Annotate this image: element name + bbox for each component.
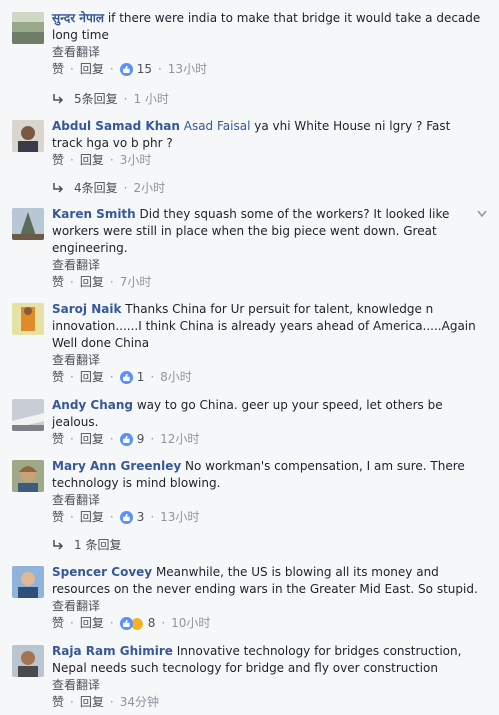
reply-link[interactable]: 回复 bbox=[80, 369, 104, 386]
like-reaction-icon bbox=[119, 511, 133, 524]
like-link[interactable]: 赞 bbox=[52, 152, 64, 169]
reactions[interactable] bbox=[119, 616, 144, 631]
mention-link[interactable]: Asad Faisal bbox=[184, 119, 251, 133]
comment-actions: 赞 · 回复 · 1 · 8小时 bbox=[52, 369, 192, 386]
comment-time[interactable]: 3小时 bbox=[120, 152, 152, 169]
comment-actions: 赞 · 回复 · 8 · 10小时 bbox=[52, 615, 211, 632]
comment-author[interactable]: Raja Ram Ghimire bbox=[52, 644, 173, 658]
avatar[interactable] bbox=[12, 303, 44, 335]
comment-feed: सुन्दर नेपाल if there were india to make… bbox=[0, 0, 499, 715]
replies-count[interactable]: 1 条回复 bbox=[74, 536, 121, 553]
reaction-count[interactable]: 15 bbox=[137, 61, 152, 78]
view-replies[interactable]: 5条回复 · 1 小时 bbox=[52, 90, 169, 107]
comment-author[interactable]: Abdul Samad Khan bbox=[52, 119, 180, 133]
comment-actions: 赞 · 回复 · 15 · 13小时 bbox=[52, 61, 208, 78]
reaction-count[interactable]: 8 bbox=[148, 615, 156, 632]
comment-time[interactable]: 7小时 bbox=[120, 274, 152, 291]
replies-time: 1 小时 bbox=[133, 92, 169, 106]
reply-arrow-icon bbox=[53, 539, 64, 550]
like-reaction-icon bbox=[119, 617, 133, 630]
comment-text: if there were india to make that bridge … bbox=[52, 11, 481, 42]
comment-actions: 赞 · 回复 · 34分钟 bbox=[52, 694, 159, 711]
like-link[interactable]: 赞 bbox=[52, 431, 64, 448]
comment-time[interactable]: 13小时 bbox=[168, 61, 207, 78]
reply-arrow-icon bbox=[53, 93, 64, 104]
view-replies[interactable]: 4条回复 · 2小时 bbox=[52, 179, 165, 196]
reply-link[interactable]: 回复 bbox=[80, 274, 104, 291]
reply-link[interactable]: 回复 bbox=[80, 615, 104, 632]
avatar[interactable] bbox=[12, 399, 44, 431]
reaction-count[interactable]: 9 bbox=[137, 431, 145, 448]
reply-arrow-icon bbox=[53, 182, 64, 193]
like-link[interactable]: 赞 bbox=[52, 615, 64, 632]
comment-author[interactable]: Karen Smith bbox=[52, 207, 136, 221]
reaction-count[interactable]: 1 bbox=[137, 369, 145, 386]
reactions[interactable] bbox=[119, 63, 133, 76]
avatar[interactable] bbox=[12, 566, 44, 598]
comment-actions: 赞 · 回复 · 9 · 12小时 bbox=[52, 431, 200, 448]
like-link[interactable]: 赞 bbox=[52, 509, 64, 526]
see-translation-link[interactable]: 查看翻译 bbox=[52, 492, 481, 509]
reactions[interactable] bbox=[119, 371, 133, 384]
like-link[interactable]: 赞 bbox=[52, 369, 64, 386]
see-translation-link[interactable]: 查看翻译 bbox=[52, 257, 481, 274]
view-replies[interactable]: 1 条回复 bbox=[52, 536, 121, 553]
reply-link[interactable]: 回复 bbox=[80, 61, 104, 78]
like-link[interactable]: 赞 bbox=[52, 274, 64, 291]
see-translation-link[interactable]: 查看翻译 bbox=[52, 352, 481, 369]
avatar[interactable] bbox=[12, 12, 44, 44]
comment-author[interactable]: Spencer Covey bbox=[52, 565, 152, 579]
avatar[interactable] bbox=[12, 120, 44, 152]
avatar[interactable] bbox=[12, 460, 44, 492]
comment-time[interactable]: 8小时 bbox=[160, 369, 192, 386]
avatar[interactable] bbox=[12, 208, 44, 240]
comment-author[interactable]: सुन्दर नेपाल bbox=[52, 11, 104, 25]
comment-author[interactable]: Saroj Naik bbox=[52, 302, 121, 316]
comment-time[interactable]: 34分钟 bbox=[120, 694, 159, 711]
replies-time: 2小时 bbox=[133, 181, 166, 195]
comment-actions: 赞 · 回复 · 3小时 bbox=[52, 152, 152, 169]
reaction-count[interactable]: 3 bbox=[137, 509, 145, 526]
reactions[interactable] bbox=[119, 433, 133, 446]
comment-time[interactable]: 13小时 bbox=[160, 509, 199, 526]
replies-count[interactable]: 4条回复 bbox=[74, 179, 118, 196]
like-reaction-icon bbox=[119, 433, 133, 446]
reply-link[interactable]: 回复 bbox=[80, 152, 104, 169]
comment-time[interactable]: 12小时 bbox=[160, 431, 199, 448]
avatar[interactable] bbox=[12, 645, 44, 677]
reactions[interactable] bbox=[119, 511, 133, 524]
comment-time[interactable]: 10小时 bbox=[171, 615, 210, 632]
reply-link[interactable]: 回复 bbox=[80, 694, 104, 711]
see-translation-link[interactable]: 查看翻译 bbox=[52, 44, 481, 61]
reply-link[interactable]: 回复 bbox=[80, 509, 104, 526]
reply-link[interactable]: 回复 bbox=[80, 431, 104, 448]
comment-author[interactable]: Andy Chang bbox=[52, 398, 133, 412]
like-reaction-icon bbox=[119, 63, 133, 76]
comment-author[interactable]: Mary Ann Greenley bbox=[52, 459, 181, 473]
see-translation-link[interactable]: 查看翻译 bbox=[52, 677, 481, 694]
like-link[interactable]: 赞 bbox=[52, 694, 64, 711]
like-reaction-icon bbox=[119, 371, 133, 384]
comment-actions: 赞 · 回复 · 7小时 bbox=[52, 274, 152, 291]
see-translation-link[interactable]: 查看翻译 bbox=[52, 598, 481, 615]
comment-actions: 赞 · 回复 · 3 · 13小时 bbox=[52, 509, 200, 526]
like-link[interactable]: 赞 bbox=[52, 61, 64, 78]
replies-count[interactable]: 5条回复 bbox=[74, 90, 118, 107]
